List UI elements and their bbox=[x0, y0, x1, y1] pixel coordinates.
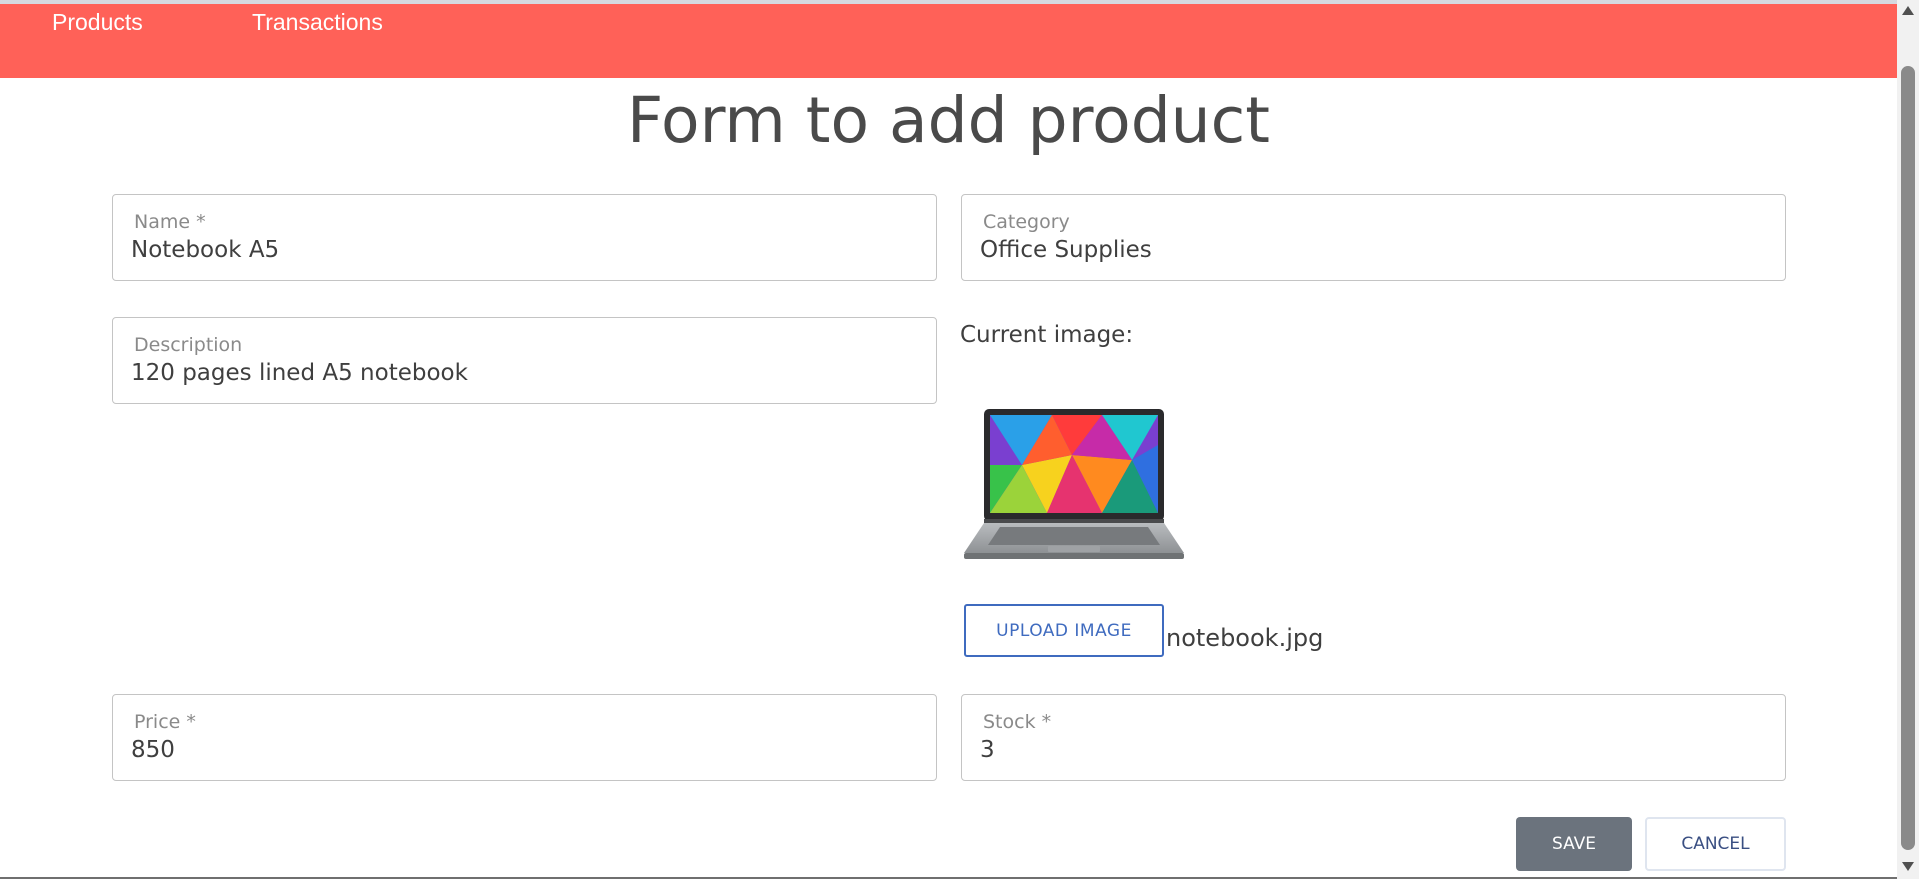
current-image-label: Current image: bbox=[960, 322, 1134, 348]
description-field[interactable]: Description bbox=[112, 317, 937, 404]
app-window: Products Transactions Form to add produc… bbox=[0, 0, 1919, 879]
price-input[interactable] bbox=[131, 737, 891, 763]
category-field-label: Category bbox=[983, 211, 1070, 233]
scroll-up-arrow-icon[interactable] bbox=[1902, 6, 1914, 15]
page-title: Form to add product bbox=[627, 84, 1270, 157]
stock-input[interactable] bbox=[980, 737, 1740, 763]
vertical-scrollbar[interactable] bbox=[1897, 0, 1919, 879]
name-input[interactable] bbox=[131, 237, 891, 263]
save-button[interactable]: SAVE bbox=[1516, 817, 1632, 871]
description-field-label: Description bbox=[134, 334, 243, 356]
navbar: Products Transactions bbox=[0, 4, 1897, 78]
name-field[interactable]: Name * bbox=[112, 194, 937, 281]
price-field-label: Price * bbox=[134, 711, 196, 733]
category-input[interactable] bbox=[980, 237, 1740, 263]
scroll-down-arrow-icon[interactable] bbox=[1902, 862, 1914, 871]
nav-link-transactions[interactable]: Transactions bbox=[252, 9, 383, 36]
stock-field-label: Stock * bbox=[983, 711, 1052, 733]
stock-field[interactable]: Stock * bbox=[961, 694, 1786, 781]
nav-link-products[interactable]: Products bbox=[52, 9, 143, 36]
description-input[interactable] bbox=[131, 360, 891, 386]
price-field[interactable]: Price * bbox=[112, 694, 937, 781]
upload-image-button[interactable]: UPLOAD IMAGE bbox=[964, 604, 1164, 657]
product-image bbox=[964, 409, 1184, 559]
scrollbar-thumb[interactable] bbox=[1901, 66, 1915, 850]
name-field-label: Name * bbox=[134, 211, 206, 233]
category-field[interactable]: Category bbox=[961, 194, 1786, 281]
cancel-button[interactable]: CANCEL bbox=[1645, 817, 1786, 871]
file-name: notebook.jpg bbox=[1166, 624, 1324, 652]
